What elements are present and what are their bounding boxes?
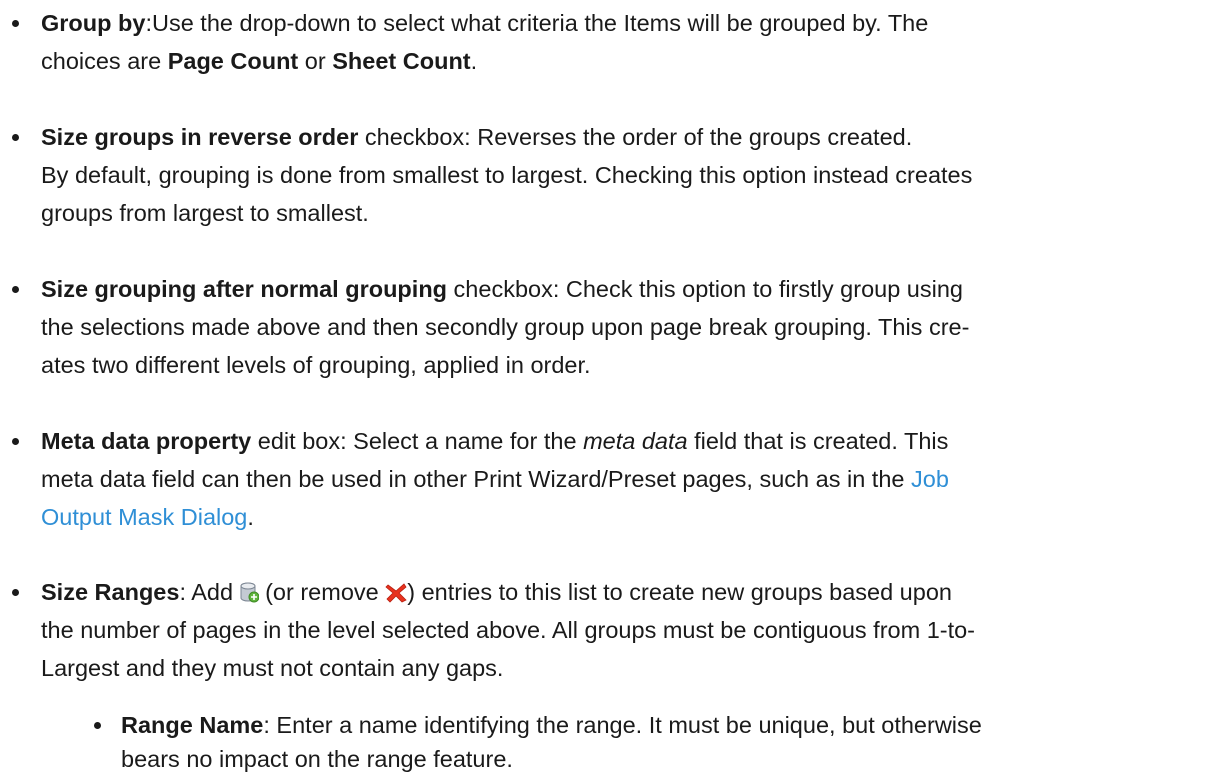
help-document: Group by:Use the drop-down to select wha…: [0, 0, 1220, 772]
job-output-mask-link[interactable]: Output Mask Dialog: [41, 504, 247, 530]
bullet-dot: [12, 438, 19, 445]
bullet-dot: [12, 589, 19, 596]
item-title: Size grouping after normal grouping: [41, 276, 448, 302]
item-title: Meta data property: [41, 428, 252, 454]
add-database-icon[interactable]: [240, 576, 260, 603]
bullet-dot: [12, 134, 19, 141]
job-output-mask-link[interactable]: Job: [911, 466, 949, 492]
bullet-dot: [12, 286, 19, 293]
bullet-dot: [94, 722, 101, 729]
option-sheet-count: Sheet Count: [332, 48, 471, 74]
item-title: Size groups in reverse order: [41, 124, 359, 150]
item-title: Group by: [41, 10, 146, 36]
remove-x-icon[interactable]: [385, 576, 407, 603]
meta-data-emphasis: meta data: [583, 428, 688, 454]
bullet-dot: [12, 20, 19, 27]
item-title: Range Name: [121, 712, 264, 738]
option-page-count: Page Count: [167, 48, 299, 74]
item-title: Size Ranges: [41, 579, 180, 605]
